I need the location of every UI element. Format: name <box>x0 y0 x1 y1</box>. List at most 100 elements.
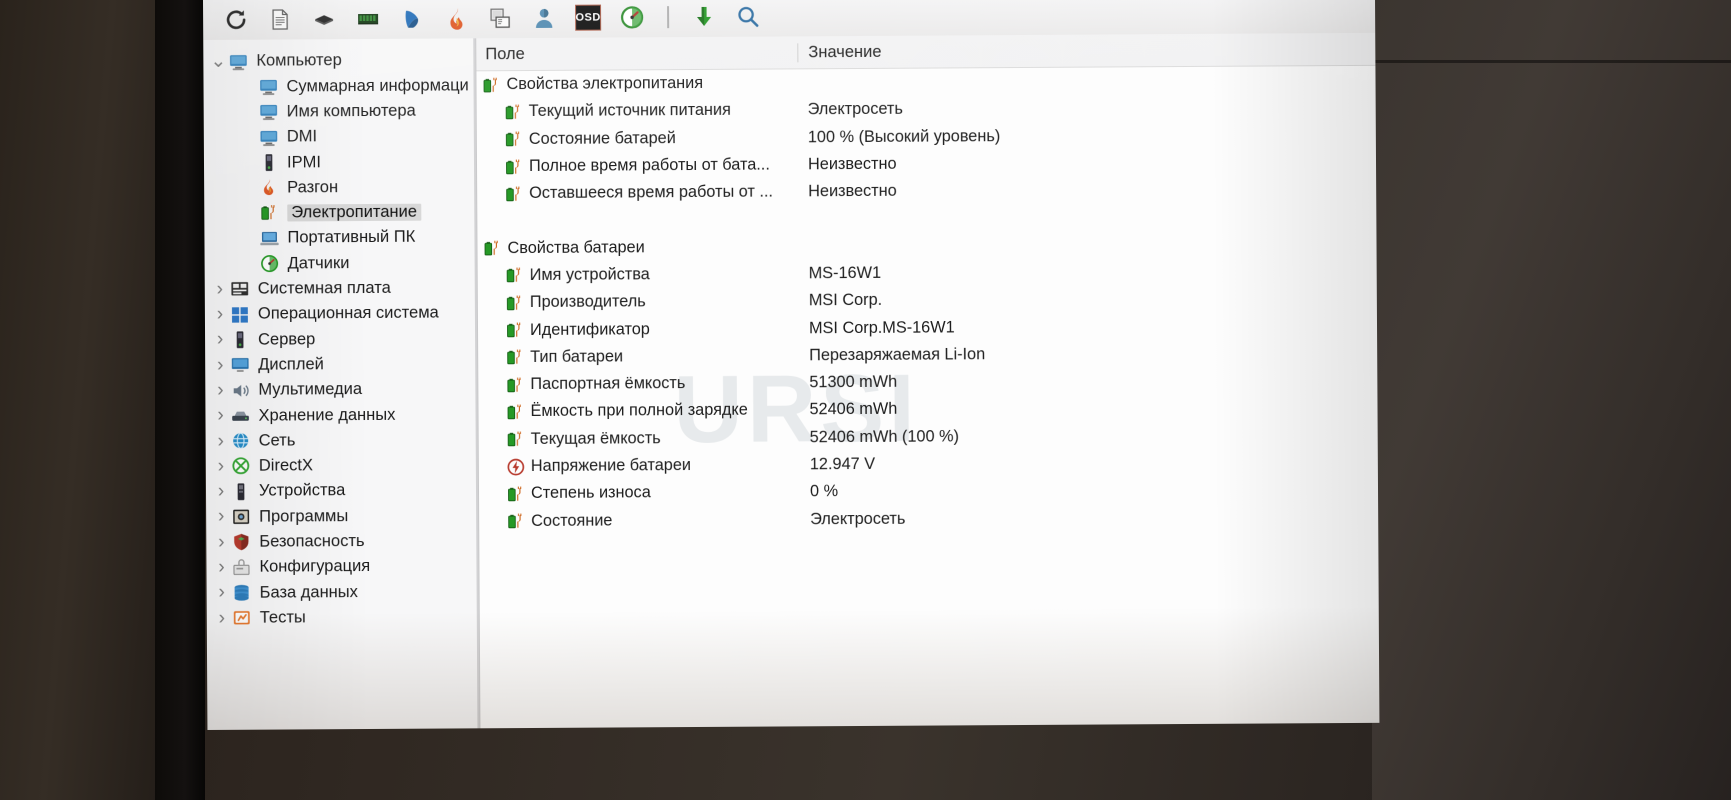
cpu-icon[interactable] <box>309 4 339 34</box>
sidebar-item-16[interactable]: › DirectX <box>206 452 478 479</box>
chevron-right-icon[interactable]: › <box>212 456 230 477</box>
search-icon[interactable] <box>733 2 763 32</box>
row-field: Степень износа <box>478 483 800 504</box>
download-icon[interactable] <box>689 2 719 32</box>
sidebar-item-15[interactable]: › Сеть <box>206 427 478 454</box>
row-field <box>476 210 798 231</box>
sidebar-item-14[interactable]: › Хранение данных <box>205 401 477 428</box>
chevron-down-icon[interactable]: ⌄ <box>209 50 227 71</box>
chevron-right-icon[interactable]: › <box>211 405 229 426</box>
row-field-label: Текущая ёмкость <box>530 428 661 448</box>
laptop-icon <box>258 228 280 248</box>
sidebar-item-label: Электропитание <box>287 203 421 222</box>
sidebar-item-7[interactable]: Портативный ПК <box>204 224 476 251</box>
chevron-right-icon[interactable]: › <box>213 608 231 629</box>
user-icon[interactable] <box>529 3 559 33</box>
sidebar-item-label: Сервер <box>258 329 316 349</box>
column-header-value[interactable]: Значение <box>797 39 1376 62</box>
row-field: Состояние <box>478 510 800 531</box>
row-value: MSI Corp. <box>808 291 883 310</box>
sidebar-item-label: Конфигурация <box>259 557 371 576</box>
sensor-icon <box>259 254 281 274</box>
server-icon <box>229 330 251 350</box>
sidebar-item-2[interactable]: Имя компьютера <box>204 98 476 125</box>
display-icon <box>229 355 251 375</box>
sidebar-item-3[interactable]: DMI <box>204 123 476 150</box>
sidebar-item-8[interactable]: Датчики <box>205 250 477 277</box>
sidebar-item-label: Безопасность <box>259 532 365 551</box>
sidebar-item-6[interactable]: Электропитание <box>204 199 476 226</box>
sidebar-item-11[interactable]: › Сервер <box>205 326 477 353</box>
hdd-icon <box>229 406 251 426</box>
row-field-label: Производитель <box>529 292 646 312</box>
computer-icon <box>227 51 249 71</box>
row-field: Оставшееся время работы от ... <box>476 183 798 204</box>
row-value: 0 % <box>809 482 839 501</box>
battery-icon <box>503 402 527 421</box>
row-value: Перезаряжаемая Li-Ion <box>809 345 986 365</box>
osd-icon[interactable]: OSD <box>573 3 603 33</box>
chevron-right-icon[interactable]: › <box>211 355 229 376</box>
sidebar-item-20[interactable]: › Конфигурация <box>206 553 478 580</box>
battery-icon <box>502 102 526 121</box>
table-row[interactable]: Состояние Электросеть <box>478 502 1378 535</box>
sidebar-item-4[interactable]: IPMI <box>204 149 476 176</box>
sidebar-item-17[interactable]: › Устройства <box>206 477 478 504</box>
sidebar-item-21[interactable]: › База данных <box>207 579 479 606</box>
main-content: ⌄ Компьютер Суммарная информаци Имя компьют… <box>203 32 1380 730</box>
sidebar-item-0[interactable]: ⌄ Компьютер <box>203 47 475 74</box>
battery-icon <box>503 266 527 285</box>
sidebar-item-label: Хранение данных <box>258 405 396 425</box>
report-icon[interactable] <box>265 4 295 34</box>
column-header-field[interactable]: Поле <box>475 43 797 64</box>
mainboard-icon <box>229 279 251 299</box>
battery-icon <box>479 75 503 94</box>
shield-icon <box>230 532 252 552</box>
chevron-right-icon[interactable]: › <box>213 582 231 603</box>
sidebar-item-label: Сеть <box>258 431 296 450</box>
chevron-right-icon[interactable]: › <box>211 380 229 401</box>
none <box>480 212 504 231</box>
screenshot-icon[interactable] <box>485 3 515 33</box>
config-icon <box>230 557 252 577</box>
sidebar-item-label: IPMI <box>286 152 321 172</box>
row-field-label: Идентификатор <box>529 319 650 339</box>
chevron-right-icon[interactable]: › <box>211 279 229 300</box>
sidebar-item-9[interactable]: › Системная плата <box>205 275 477 302</box>
row-field: Напряжение батареи <box>478 455 800 476</box>
chevron-right-icon[interactable]: › <box>212 506 230 527</box>
screen-bezel-right <box>1372 0 1731 800</box>
navigation-tree[interactable]: ⌄ Компьютер Суммарная информаци Имя компьют… <box>203 38 480 730</box>
sidebar-item-22[interactable]: › Тесты <box>207 604 479 631</box>
detail-rows: Свойства электропитания Текущий источник … <box>475 66 1378 535</box>
sensor-icon[interactable] <box>617 2 647 32</box>
chevron-right-icon[interactable]: › <box>212 481 230 502</box>
flame-icon[interactable] <box>441 3 471 33</box>
sidebar-item-5[interactable]: Разгон <box>204 174 476 201</box>
chevron-right-icon[interactable]: › <box>212 430 230 451</box>
sidebar-item-label: Компьютер <box>256 51 342 71</box>
battery-icon <box>258 203 280 223</box>
screen-bezel-left <box>155 0 205 800</box>
voltage-icon <box>504 457 528 476</box>
chevron-right-icon[interactable]: › <box>211 329 229 350</box>
detail-header: Поле Значение <box>475 32 1376 72</box>
chevron-right-icon[interactable]: › <box>212 532 230 553</box>
sidebar-item-18[interactable]: › Программы <box>206 503 478 530</box>
battery-icon <box>503 348 527 367</box>
row-field-label: Ёмкость при полной зарядке <box>530 401 748 421</box>
programs-icon <box>230 507 252 527</box>
sidebar-item-13[interactable]: › Мультимедиа <box>205 376 477 403</box>
sidebar-item-19[interactable]: › Безопасность <box>206 528 478 555</box>
sidebar-item-12[interactable]: › Дисплей <box>205 351 477 378</box>
sidebar-item-label: Дисплей <box>258 355 324 374</box>
sidebar-item-1[interactable]: Суммарная информаци <box>203 73 475 100</box>
chevron-right-icon[interactable]: › <box>212 557 230 578</box>
memory-icon[interactable] <box>353 4 383 34</box>
row-value: MSI Corp.MS-16W1 <box>808 317 955 337</box>
sidebar-item-10[interactable]: › Операционная система <box>205 300 477 327</box>
row-value: Неизвестно <box>808 182 897 201</box>
refresh-icon[interactable] <box>221 5 251 35</box>
mouse-icon[interactable] <box>397 4 427 34</box>
chevron-right-icon[interactable]: › <box>211 304 229 325</box>
